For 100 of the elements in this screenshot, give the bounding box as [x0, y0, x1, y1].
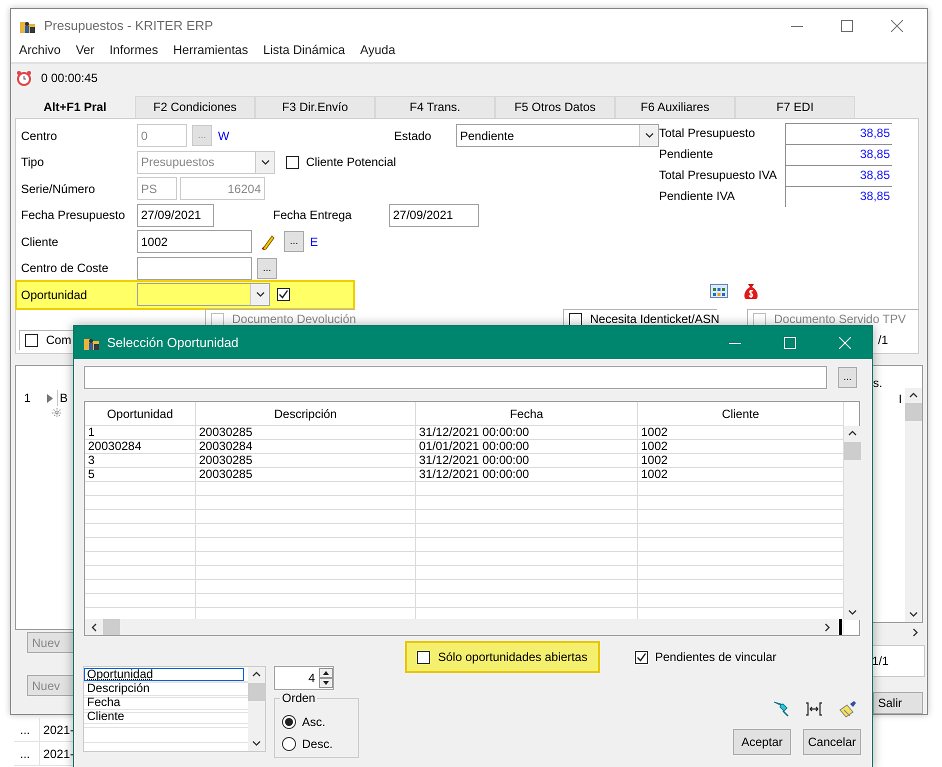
column-header[interactable]: Cliente	[722, 406, 760, 420]
table-cell: 20030285	[199, 453, 252, 467]
checkbox[interactable]	[417, 650, 430, 664]
chevron-down-icon	[848, 609, 857, 616]
total-label: Total Presupuesto IVA	[659, 168, 777, 182]
table-cell: 3	[88, 453, 95, 467]
vertical-scrollbar[interactable]	[248, 667, 265, 751]
tab[interactable]: F2 Condiciones	[135, 96, 255, 118]
browse-button[interactable]: ...	[257, 258, 277, 279]
checkbox[interactable]	[286, 156, 299, 169]
text-field[interactable]	[137, 256, 252, 280]
table-cell: 20030285	[199, 467, 252, 481]
money-bag-icon[interactable]	[742, 282, 760, 300]
column-header[interactable]: Descripción	[274, 406, 337, 420]
total-field: 38,85	[785, 144, 892, 164]
pencil-icon	[261, 234, 275, 250]
list-item[interactable]: Descripción	[84, 682, 153, 695]
scroll-thumb[interactable]	[103, 619, 120, 635]
table-cell: 31/12/2021 00:00:00	[419, 426, 530, 439]
table-icon[interactable]	[710, 283, 728, 299]
table-cell: 1002	[641, 439, 668, 453]
checkbox[interactable]	[25, 334, 38, 346]
table-cell: 2021-	[43, 722, 74, 736]
vertical-scrollbar[interactable]	[905, 388, 922, 622]
total-label: Pendiente IVA	[659, 189, 735, 203]
field-label: Centro de Coste	[21, 261, 108, 276]
radio-button[interactable]	[282, 737, 296, 751]
maximize-button[interactable]	[841, 20, 853, 32]
checkbox-label: Sólo oportunidades abiertas	[438, 650, 588, 664]
table-cell: 1002	[641, 426, 668, 439]
scroll-thumb[interactable]	[844, 442, 861, 460]
total-label: Total Presupuesto	[659, 126, 756, 140]
total-field: 38,85	[785, 164, 892, 186]
link[interactable]: E	[310, 234, 318, 249]
scroll-thumb[interactable]	[905, 403, 922, 421]
tab[interactable]: F5 Otros Datos	[495, 96, 615, 118]
chevron-up-icon	[909, 392, 918, 399]
dialog-button[interactable]: Aceptar	[733, 729, 791, 755]
dialog-button[interactable]: Cancelar	[803, 729, 861, 755]
vertical-scrollbar[interactable]	[844, 426, 861, 620]
table-cell: 20030284	[199, 439, 252, 453]
number-spinner[interactable]: 4	[274, 666, 334, 690]
menu-item[interactable]: Ver	[76, 42, 94, 57]
column-header[interactable]: Oportunidad	[106, 406, 174, 420]
menu-item[interactable]: Informes	[109, 42, 158, 57]
spin-arrows-icon[interactable]	[319, 668, 333, 688]
table-cell: 31/12/2021 00:00:00	[419, 467, 530, 481]
column-header: I	[898, 392, 902, 406]
checkbox[interactable]	[569, 312, 582, 326]
menu-item[interactable]: Ayuda	[360, 42, 396, 57]
list-item[interactable]: Fecha	[84, 696, 124, 709]
tab[interactable]: F7 EDI	[735, 96, 855, 118]
dropdown[interactable]: Pendiente	[456, 124, 659, 148]
menu-item[interactable]: Herramientas	[173, 42, 248, 57]
text-field[interactable]: 27/09/2021	[389, 204, 479, 227]
chevron-down-icon	[644, 132, 654, 140]
chevron-up-icon	[848, 430, 857, 437]
brackets-arrow-icon[interactable]	[805, 702, 823, 716]
list-item[interactable]: Oportunidad	[84, 668, 244, 681]
table-cell: 1002	[641, 467, 668, 481]
tab[interactable]: F4 Trans.	[375, 96, 495, 118]
brush-icon[interactable]	[838, 700, 858, 718]
list-item[interactable]: Cliente	[84, 710, 128, 723]
radio-button[interactable]	[282, 715, 296, 729]
checkbox-label: Pendientes de vincular	[655, 650, 776, 664]
row-pointer-icon	[46, 394, 53, 402]
window-title: Selección Oportunidad	[107, 335, 239, 350]
alarm-clock-icon	[16, 70, 32, 86]
horizontal-scrollbar[interactable]	[85, 619, 844, 635]
checkbox[interactable]	[635, 650, 648, 664]
tab[interactable]: F3 Dir.Envío	[255, 96, 375, 118]
page-indicator: /1	[878, 332, 888, 346]
window-title: Presupuestos - KRITER ERP	[44, 18, 214, 34]
table-cell: 20030285	[199, 426, 252, 439]
chevron-down-icon	[260, 158, 270, 166]
browse-button[interactable]: ...	[838, 367, 857, 388]
chevron-down-icon	[909, 611, 918, 618]
exit-button[interactable]: Salir	[873, 692, 923, 714]
table-cell: 01/01/2021 00:00:00	[419, 439, 530, 453]
menu-item[interactable]: Archivo	[19, 42, 61, 57]
page-indicator: 1/1	[872, 654, 889, 668]
column-header: s.	[873, 376, 882, 390]
list-box[interactable]: Oportunidad Descripción Fecha Cliente	[83, 666, 266, 752]
checkbox[interactable]	[277, 288, 290, 302]
scroll-thumb[interactable]	[248, 683, 265, 701]
ellipsis-button[interactable]: ...	[20, 746, 30, 760]
field-label: Centro	[21, 128, 58, 143]
close-button[interactable]	[891, 20, 903, 32]
search-field[interactable]	[84, 366, 827, 389]
checkbox-label: Cliente Potencial	[306, 155, 396, 170]
text-field[interactable]: 1002	[137, 230, 252, 254]
tab[interactable]: F6 Auxiliares	[615, 96, 735, 118]
total-label: Pendiente	[659, 147, 714, 161]
menu-item[interactable]: Lista Dinámica	[263, 42, 346, 57]
browse-button[interactable]: ...	[284, 231, 304, 252]
table-cell: 20030284	[88, 439, 142, 453]
column-header[interactable]: Fecha	[510, 406, 544, 420]
pin-icon[interactable]	[772, 700, 790, 718]
ellipsis-button[interactable]: ...	[20, 722, 30, 736]
text-field[interactable]: 27/09/2021	[137, 204, 214, 227]
